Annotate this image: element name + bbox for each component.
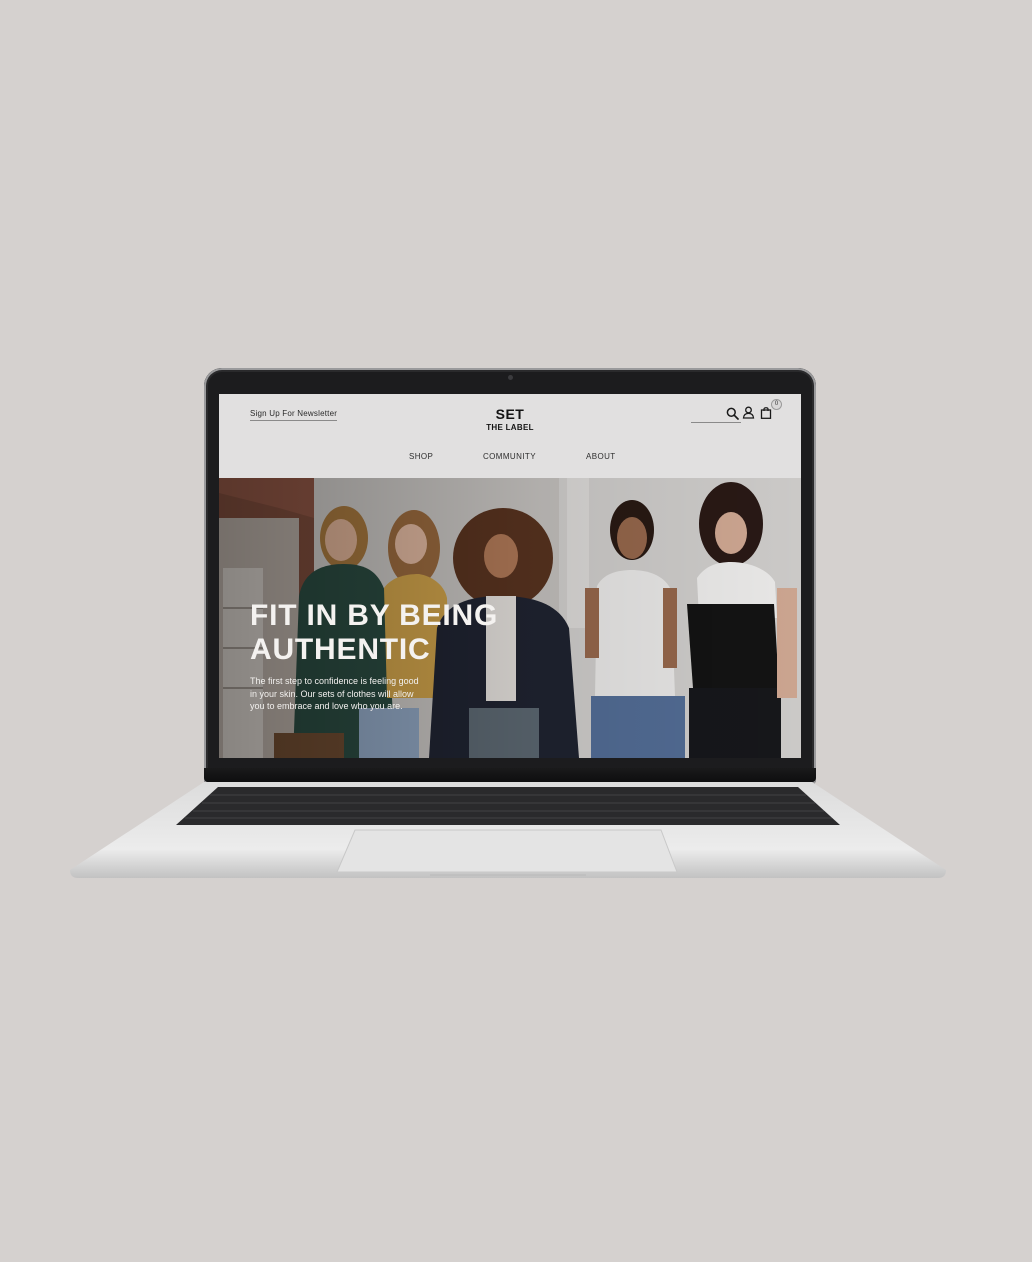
camera-icon [508, 375, 513, 380]
search-icon[interactable] [726, 407, 739, 420]
laptop-screen: Sign Up For Newsletter SET THE LABEL 0 S… [219, 394, 801, 758]
laptop-hinge [204, 768, 816, 782]
main-nav: SHOP COMMUNITY ABOUT [219, 452, 801, 466]
scene: Sign Up For Newsletter SET THE LABEL 0 S… [0, 0, 1032, 1262]
nav-item-shop[interactable]: SHOP [409, 452, 433, 461]
site-header: Sign Up For Newsletter SET THE LABEL 0 S… [219, 394, 801, 478]
logo-main-text: SET [495, 406, 525, 422]
account-icon[interactable] [742, 406, 755, 419]
nav-item-about[interactable]: ABOUT [586, 452, 616, 461]
hero-banner: FIT IN BY BEING AUTHENTIC The first step… [219, 478, 801, 758]
laptop-base [70, 782, 946, 878]
logo-sub-text: THE LABEL [486, 423, 534, 432]
hero-body-text: The first step to confidence is feeling … [250, 676, 419, 711]
brand-logo[interactable]: SET THE LABEL [460, 407, 560, 433]
laptop-base-shape [70, 782, 946, 878]
shopping-bag-icon[interactable] [760, 406, 772, 419]
nav-item-community[interactable]: COMMUNITY [483, 452, 536, 461]
hero-heading: FIT IN BY BEING AUTHENTIC [250, 599, 499, 666]
newsletter-signup-link[interactable]: Sign Up For Newsletter [250, 409, 338, 421]
cart-count-badge: 0 [771, 399, 782, 410]
search-field[interactable] [691, 406, 741, 423]
